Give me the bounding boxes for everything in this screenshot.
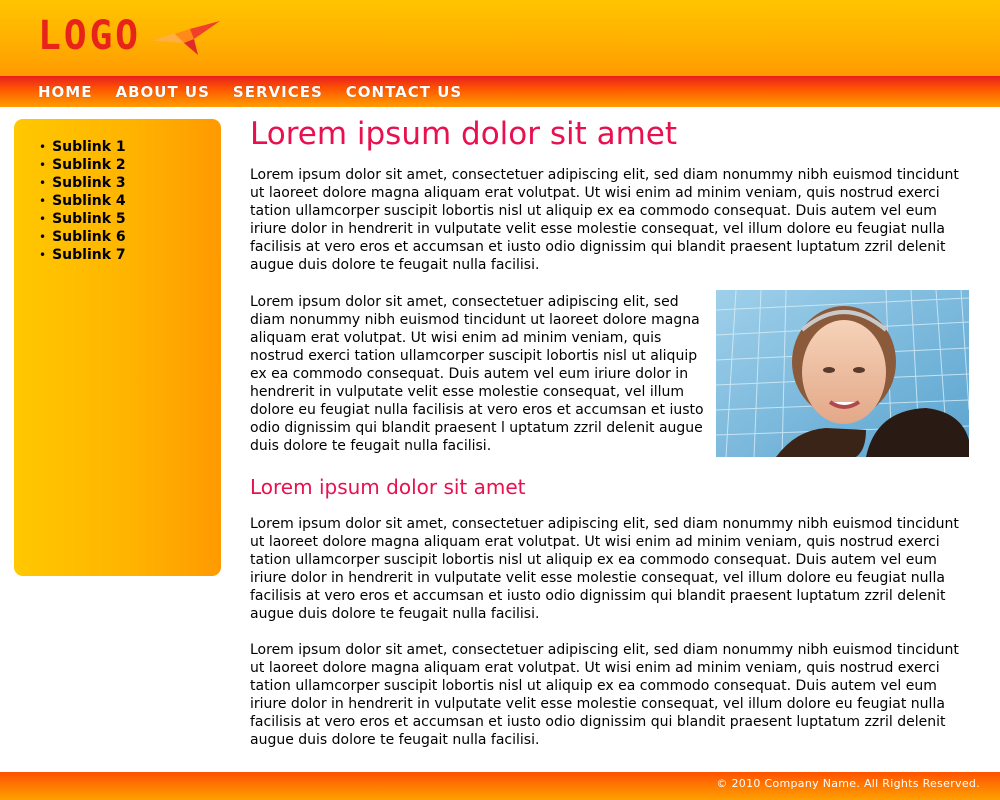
sidebar-list-item: • Sublink 3 — [39, 174, 126, 192]
sidebar-list-item: • Sublink 2 — [39, 156, 126, 174]
sidebar-list-item: • Sublink 5 — [39, 210, 126, 228]
site-header: LOGO — [0, 0, 1000, 76]
nav-services-link[interactable]: SERVICES — [233, 83, 323, 101]
main-content: Lorem ipsum dolor sit amet Lorem ipsum d… — [250, 112, 970, 748]
bullet-icon: • — [39, 140, 47, 154]
logo-text: LOGO — [38, 13, 141, 59]
sidebar-item-sublink-2[interactable]: Sublink 2 — [52, 157, 126, 173]
woman-portrait-photo — [716, 290, 969, 457]
page-title: Lorem ipsum dolor sit amet — [250, 116, 678, 152]
sidebar-item-sublink-6[interactable]: Sublink 6 — [52, 229, 126, 245]
nav-about-us-link[interactable]: ABOUT US — [115, 83, 209, 101]
content-paragraph-3: Lorem ipsum dolor sit amet, consectetuer… — [250, 516, 959, 622]
sublink-list: • Sublink 1 • Sublink 2 • Sublink 3 • Sublin… — [39, 138, 126, 264]
bullet-icon: • — [39, 158, 47, 172]
bullet-icon: • — [39, 230, 47, 244]
main-navigation: HOME ABOUT US SERVICES CONTACT US — [0, 76, 1000, 107]
bullet-icon: • — [39, 194, 47, 208]
sidebar-item-sublink-7[interactable]: Sublink 7 — [52, 247, 126, 263]
sidebar: • Sublink 1 • Sublink 2 • Sublink 3 • Sublin… — [14, 119, 221, 576]
sidebar-list-item: • Sublink 4 — [39, 192, 126, 210]
nav-home-link[interactable]: HOME — [38, 83, 92, 101]
content-paragraph-1: Lorem ipsum dolor sit amet, consectetuer… — [250, 167, 959, 273]
bullet-icon: • — [39, 248, 47, 262]
sidebar-list-item: • Sublink 1 — [39, 138, 126, 156]
bullet-icon: • — [39, 212, 47, 226]
copyright-text: © 2010 Company Name. All Rights Reserved… — [716, 777, 980, 790]
nav-contact-us-link[interactable]: CONTACT US — [346, 83, 462, 101]
sidebar-item-sublink-1[interactable]: Sublink 1 — [52, 139, 126, 155]
content-paragraph-2: Lorem ipsum dolor sit amet, consectetuer… — [250, 294, 704, 454]
sidebar-list-item: • Sublink 6 — [39, 228, 126, 246]
sidebar-list-item: • Sublink 7 — [39, 246, 126, 264]
site-footer: © 2010 Company Name. All Rights Reserved… — [0, 772, 1000, 800]
sidebar-item-sublink-4[interactable]: Sublink 4 — [52, 193, 126, 209]
paper-plane-star-icon — [152, 21, 221, 55]
sidebar-item-sublink-3[interactable]: Sublink 3 — [52, 175, 126, 191]
bullet-icon: • — [39, 176, 47, 190]
section-subtitle: Lorem ipsum dolor sit amet — [250, 475, 526, 499]
sidebar-item-sublink-5[interactable]: Sublink 5 — [52, 211, 126, 227]
content-paragraph-4: Lorem ipsum dolor sit amet, consectetuer… — [250, 642, 959, 748]
site-logo[interactable]: LOGO — [38, 12, 224, 60]
